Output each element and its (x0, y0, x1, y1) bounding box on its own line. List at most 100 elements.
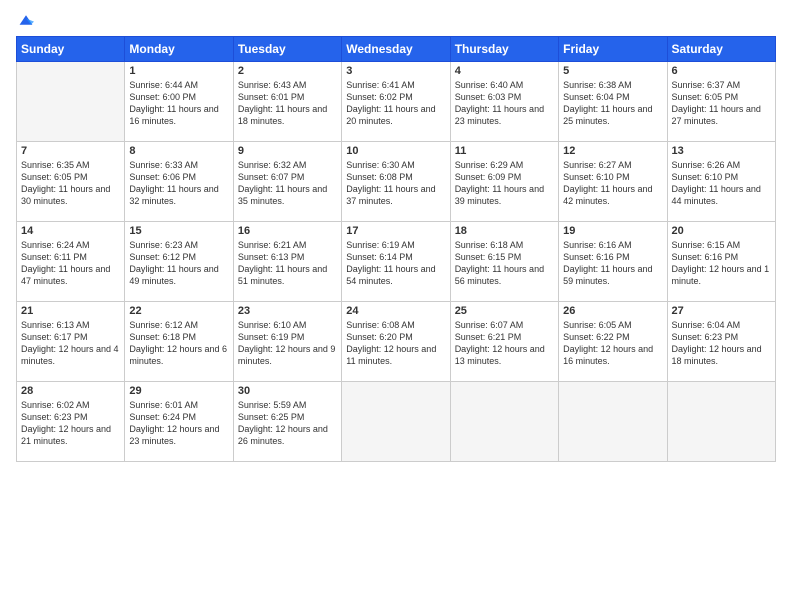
day-number: 12 (563, 145, 662, 157)
week-row-2: 7 Sunrise: 6:35 AM Sunset: 6:05 PM Daylig… (17, 142, 776, 222)
calendar-cell: 18 Sunrise: 6:18 AM Sunset: 6:15 PM Dayli… (450, 222, 558, 302)
calendar-cell: 19Sunrise: 6:16 AM Sunset: 6:16 PM Dayli… (559, 222, 667, 302)
calendar-cell: 27 Sunrise: 6:04 AM Sunset: 6:23 PM Dayli… (667, 302, 775, 382)
calendar-cell: 13 Sunrise: 6:26 AM Sunset: 6:10 PM Dayli… (667, 142, 775, 222)
cell-detail: Sunrise: 6:23 AM Sunset: 6:12 PM Dayligh… (129, 239, 228, 288)
cell-detail: Sunrise: 6:01 AM Sunset: 6:24 PM Dayligh… (129, 399, 228, 448)
cell-detail: Sunrise: 6:16 AM Sunset: 6:16 PM Dayligh… (563, 239, 662, 288)
weekday-header-wednesday: Wednesday (342, 37, 450, 62)
cell-detail: Sunrise: 6:33 AM Sunset: 6:06 PM Dayligh… (129, 159, 228, 208)
day-number: 7 (21, 145, 120, 157)
calendar-cell: 5 Sunrise: 6:38 AM Sunset: 6:04 PM Daylig… (559, 62, 667, 142)
day-number: 8 (129, 145, 228, 157)
weekday-header-thursday: Thursday (450, 37, 558, 62)
calendar-cell: 9 Sunrise: 6:32 AM Sunset: 6:07 PM Daylig… (233, 142, 341, 222)
calendar-cell: 30 Sunrise: 5:59 AM Sunset: 6:25 PM Dayli… (233, 382, 341, 462)
calendar-cell: 4Sunrise: 6:40 AM Sunset: 6:03 PM Daylig… (450, 62, 558, 142)
cell-detail: Sunrise: 6:29 AM Sunset: 6:09 PM Dayligh… (455, 159, 554, 208)
week-row-3: 14 Sunrise: 6:24 AM Sunset: 6:11 PM Dayli… (17, 222, 776, 302)
cell-detail: Sunrise: 6:18 AM Sunset: 6:15 PM Dayligh… (455, 239, 554, 288)
cell-detail: Sunrise: 6:35 AM Sunset: 6:05 PM Dayligh… (21, 159, 120, 208)
day-number: 28 (21, 385, 120, 397)
cell-detail: Sunrise: 6:38 AM Sunset: 6:04 PM Dayligh… (563, 79, 662, 128)
cell-detail: Sunrise: 6:43 AM Sunset: 6:01 PM Dayligh… (238, 79, 337, 128)
cell-detail: Sunrise: 6:40 AM Sunset: 6:03 PM Dayligh… (455, 79, 554, 128)
calendar-cell: 15 Sunrise: 6:23 AM Sunset: 6:12 PM Dayli… (125, 222, 233, 302)
day-number: 14 (21, 225, 120, 237)
day-number: 16 (238, 225, 337, 237)
calendar-cell: 22 Sunrise: 6:12 AM Sunset: 6:18 PM Dayli… (125, 302, 233, 382)
weekday-header-row: SundayMondayTuesdayWednesdayThursdayFrid… (17, 37, 776, 62)
week-row-5: 28 Sunrise: 6:02 AM Sunset: 6:23 PM Dayli… (17, 382, 776, 462)
calendar-cell: 2 Sunrise: 6:43 AM Sunset: 6:01 PM Daylig… (233, 62, 341, 142)
day-number: 13 (672, 145, 771, 157)
cell-detail: Sunrise: 6:04 AM Sunset: 6:23 PM Dayligh… (672, 319, 771, 368)
cell-detail: Sunrise: 6:44 AM Sunset: 6:00 PM Dayligh… (129, 79, 228, 128)
day-number: 29 (129, 385, 228, 397)
cell-detail: Sunrise: 6:05 AM Sunset: 6:22 PM Dayligh… (563, 319, 662, 368)
calendar-cell: 24 Sunrise: 6:08 AM Sunset: 6:20 PM Dayli… (342, 302, 450, 382)
calendar-cell: 12Sunrise: 6:27 AM Sunset: 6:10 PM Dayli… (559, 142, 667, 222)
day-number: 24 (346, 305, 445, 317)
cell-detail: Sunrise: 5:59 AM Sunset: 6:25 PM Dayligh… (238, 399, 337, 448)
calendar-cell (667, 382, 775, 462)
calendar-cell: 25Sunrise: 6:07 AM Sunset: 6:21 PM Dayli… (450, 302, 558, 382)
calendar-cell: 28 Sunrise: 6:02 AM Sunset: 6:23 PM Dayli… (17, 382, 125, 462)
day-number: 27 (672, 305, 771, 317)
day-number: 9 (238, 145, 337, 157)
calendar-cell (17, 62, 125, 142)
day-number: 10 (346, 145, 445, 157)
calendar-cell: 16 Sunrise: 6:21 AM Sunset: 6:13 PM Dayli… (233, 222, 341, 302)
cell-detail: Sunrise: 6:02 AM Sunset: 6:23 PM Dayligh… (21, 399, 120, 448)
day-number: 21 (21, 305, 120, 317)
day-number: 2 (238, 65, 337, 77)
day-number: 22 (129, 305, 228, 317)
day-number: 5 (563, 65, 662, 77)
day-number: 15 (129, 225, 228, 237)
cell-detail: Sunrise: 6:13 AM Sunset: 6:17 PM Dayligh… (21, 319, 120, 368)
weekday-header-monday: Monday (125, 37, 233, 62)
day-number: 3 (346, 65, 445, 77)
calendar-cell: 10 Sunrise: 6:30 AM Sunset: 6:08 PM Dayli… (342, 142, 450, 222)
calendar-cell: 11 Sunrise: 6:29 AM Sunset: 6:09 PM Dayli… (450, 142, 558, 222)
calendar-cell: 20Sunrise: 6:15 AM Sunset: 6:16 PM Dayli… (667, 222, 775, 302)
cell-detail: Sunrise: 6:08 AM Sunset: 6:20 PM Dayligh… (346, 319, 445, 368)
weekday-header-tuesday: Tuesday (233, 37, 341, 62)
calendar-cell (559, 382, 667, 462)
weekday-header-saturday: Saturday (667, 37, 775, 62)
week-row-1: 1Sunrise: 6:44 AM Sunset: 6:00 PM Daylig… (17, 62, 776, 142)
cell-detail: Sunrise: 6:24 AM Sunset: 6:11 PM Dayligh… (21, 239, 120, 288)
cell-detail: Sunrise: 6:41 AM Sunset: 6:02 PM Dayligh… (346, 79, 445, 128)
calendar-cell: 17Sunrise: 6:19 AM Sunset: 6:14 PM Dayli… (342, 222, 450, 302)
day-number: 6 (672, 65, 771, 77)
day-number: 26 (563, 305, 662, 317)
calendar-cell: 23Sunrise: 6:10 AM Sunset: 6:19 PM Dayli… (233, 302, 341, 382)
calendar-cell: 6 Sunrise: 6:37 AM Sunset: 6:05 PM Daylig… (667, 62, 775, 142)
calendar-cell (450, 382, 558, 462)
week-row-4: 21 Sunrise: 6:13 AM Sunset: 6:17 PM Dayli… (17, 302, 776, 382)
day-number: 18 (455, 225, 554, 237)
cell-detail: Sunrise: 6:12 AM Sunset: 6:18 PM Dayligh… (129, 319, 228, 368)
calendar-cell: 21 Sunrise: 6:13 AM Sunset: 6:17 PM Dayli… (17, 302, 125, 382)
calendar-cell: 26 Sunrise: 6:05 AM Sunset: 6:22 PM Dayli… (559, 302, 667, 382)
cell-detail: Sunrise: 6:37 AM Sunset: 6:05 PM Dayligh… (672, 79, 771, 128)
header (16, 12, 776, 28)
cell-detail: Sunrise: 6:15 AM Sunset: 6:16 PM Dayligh… (672, 239, 771, 288)
logo-icon (18, 12, 34, 28)
cell-detail: Sunrise: 6:26 AM Sunset: 6:10 PM Dayligh… (672, 159, 771, 208)
cell-detail: Sunrise: 6:30 AM Sunset: 6:08 PM Dayligh… (346, 159, 445, 208)
day-number: 11 (455, 145, 554, 157)
cell-detail: Sunrise: 6:32 AM Sunset: 6:07 PM Dayligh… (238, 159, 337, 208)
weekday-header-friday: Friday (559, 37, 667, 62)
calendar-cell: 7 Sunrise: 6:35 AM Sunset: 6:05 PM Daylig… (17, 142, 125, 222)
cell-detail: Sunrise: 6:21 AM Sunset: 6:13 PM Dayligh… (238, 239, 337, 288)
day-number: 17 (346, 225, 445, 237)
calendar-cell: 14 Sunrise: 6:24 AM Sunset: 6:11 PM Dayli… (17, 222, 125, 302)
day-number: 25 (455, 305, 554, 317)
logo (16, 12, 34, 28)
day-number: 30 (238, 385, 337, 397)
calendar-cell (342, 382, 450, 462)
cell-detail: Sunrise: 6:10 AM Sunset: 6:19 PM Dayligh… (238, 319, 337, 368)
calendar-cell: 8 Sunrise: 6:33 AM Sunset: 6:06 PM Daylig… (125, 142, 233, 222)
calendar-cell: 3 Sunrise: 6:41 AM Sunset: 6:02 PM Daylig… (342, 62, 450, 142)
